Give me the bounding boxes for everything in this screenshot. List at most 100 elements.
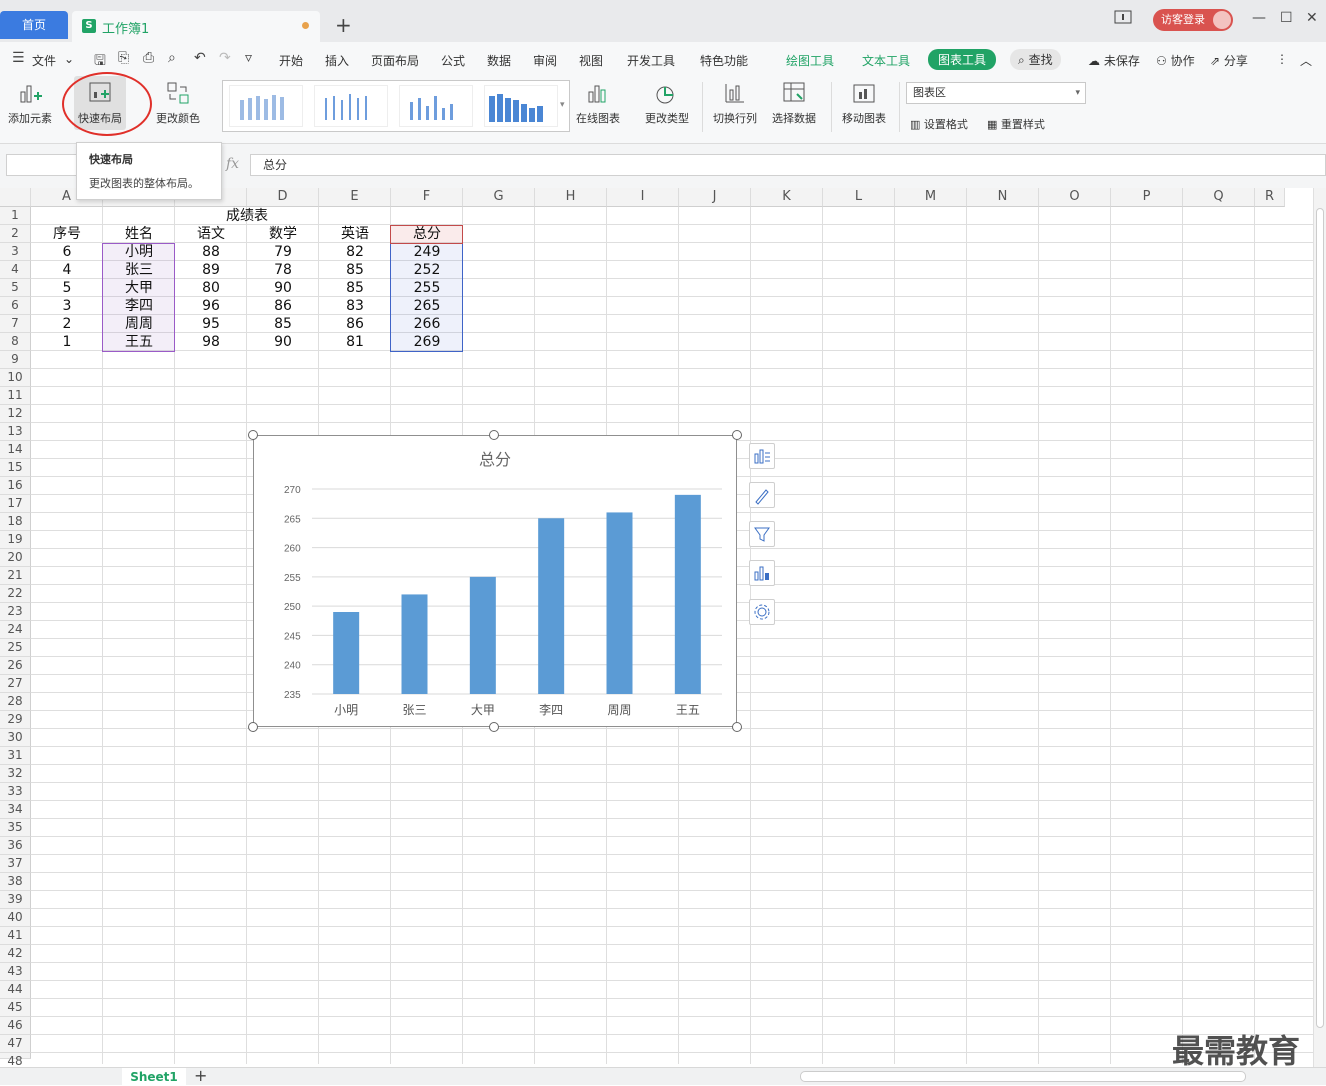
menu-file[interactable]: 文件 — [32, 52, 56, 69]
share-button[interactable]: ⇗ 分享 — [1210, 52, 1248, 69]
row-header[interactable]: 16 — [0, 477, 31, 495]
header-cell[interactable]: 语文 — [175, 225, 247, 243]
chart-bar[interactable] — [469, 576, 496, 694]
row-header[interactable]: 2 — [0, 225, 31, 243]
column-header-j[interactable]: J — [679, 188, 751, 207]
table-cell[interactable]: 王五 — [103, 333, 175, 351]
row-header[interactable]: 27 — [0, 675, 31, 693]
row-header[interactable]: 31 — [0, 747, 31, 765]
header-cell[interactable]: 英语 — [319, 225, 391, 243]
row-header[interactable]: 12 — [0, 405, 31, 423]
row-header[interactable]: 8 — [0, 333, 31, 351]
row-header[interactable]: 34 — [0, 801, 31, 819]
row-header[interactable]: 22 — [0, 585, 31, 603]
column-header-f[interactable]: F — [391, 188, 463, 207]
vertical-scrollbar-thumb[interactable] — [1316, 208, 1324, 1028]
column-header-q[interactable]: Q — [1183, 188, 1255, 207]
row-header[interactable]: 20 — [0, 549, 31, 567]
row-header[interactable]: 26 — [0, 657, 31, 675]
table-cell[interactable]: 周周 — [103, 315, 175, 333]
row-header[interactable]: 13 — [0, 423, 31, 441]
guest-login-button[interactable]: 访客登录 — [1153, 9, 1233, 31]
menu-review[interactable]: 审阅 — [533, 52, 557, 69]
row-header[interactable]: 42 — [0, 945, 31, 963]
table-cell[interactable]: 4 — [31, 261, 103, 279]
horizontal-scrollbar[interactable] — [800, 1071, 1246, 1082]
row-header[interactable]: 24 — [0, 621, 31, 639]
table-cell[interactable]: 90 — [247, 279, 319, 297]
menu-data[interactable]: 数据 — [487, 52, 511, 69]
add-element-button[interactable]: 添加元素 — [8, 80, 52, 126]
row-header[interactable]: 40 — [0, 909, 31, 927]
table-cell[interactable]: 266 — [391, 315, 463, 333]
select-all-corner[interactable] — [0, 188, 31, 207]
row-header[interactable]: 11 — [0, 387, 31, 405]
row-header[interactable]: 48 — [0, 1053, 31, 1068]
row-header[interactable]: 6 — [0, 297, 31, 315]
column-header-g[interactable]: G — [463, 188, 535, 207]
menu-developer[interactable]: 开发工具 — [627, 52, 675, 69]
sheet-tab-sheet1[interactable]: Sheet1 — [122, 1068, 186, 1086]
table-cell[interactable]: 269 — [391, 333, 463, 351]
search-button[interactable]: ⌕ 查找 — [1010, 49, 1061, 70]
chart-style-3[interactable] — [399, 85, 473, 127]
unsaved-button[interactable]: ☁ 未保存 — [1088, 52, 1140, 69]
row-header[interactable]: 33 — [0, 783, 31, 801]
online-chart-button[interactable]: 在线图表 — [576, 80, 620, 126]
vertical-scrollbar[interactable] — [1313, 188, 1326, 1067]
row-header[interactable]: 39 — [0, 891, 31, 909]
row-header[interactable]: 43 — [0, 963, 31, 981]
table-cell[interactable]: 86 — [319, 315, 391, 333]
row-header[interactable]: 47 — [0, 1035, 31, 1053]
gallery-more-icon[interactable]: ▾ — [560, 100, 565, 110]
maximize-icon[interactable]: ☐ — [1280, 10, 1293, 26]
chevron-down-icon[interactable]: ⌄ — [64, 52, 74, 66]
row-header[interactable]: 21 — [0, 567, 31, 585]
online-chart-side-button[interactable] — [749, 560, 775, 586]
collab-button[interactable]: ⚇ 协作 — [1156, 52, 1195, 69]
row-header[interactable]: 29 — [0, 711, 31, 729]
chart-area[interactable]: 总分 235 240 245 250 255 260 265 270 小明 张三 大甲 李四 周周 王五 — [253, 435, 737, 727]
tab-home[interactable]: 首页 — [0, 11, 68, 39]
table-cell[interactable]: 89 — [175, 261, 247, 279]
column-header-n[interactable]: N — [967, 188, 1039, 207]
chart-style-button[interactable] — [749, 482, 775, 508]
chart-bar[interactable] — [333, 612, 360, 694]
set-format-button[interactable]: ▥ 设置格式 — [910, 116, 968, 132]
resize-handle-se[interactable] — [732, 722, 742, 732]
chart-element-select[interactable]: 图表区 ▾ — [906, 82, 1086, 104]
table-cell[interactable]: 3 — [31, 297, 103, 315]
table-cell[interactable]: 98 — [175, 333, 247, 351]
row-header[interactable]: 41 — [0, 927, 31, 945]
change-color-button[interactable]: 更改颜色 — [156, 80, 200, 126]
chart-filter-button[interactable] — [749, 521, 775, 547]
table-cell[interactable]: 90 — [247, 333, 319, 351]
table-cell[interactable]: 88 — [175, 243, 247, 261]
row-header[interactable]: 23 — [0, 603, 31, 621]
resize-handle-sw[interactable] — [248, 722, 258, 732]
redo-icon[interactable]: ↷ — [219, 50, 231, 66]
resize-handle-s[interactable] — [489, 722, 499, 732]
column-header-e[interactable]: E — [319, 188, 391, 207]
header-cell[interactable]: 总分 — [391, 225, 463, 243]
row-header[interactable]: 45 — [0, 999, 31, 1017]
menu-draw-tools[interactable]: 绘图工具 — [786, 52, 834, 69]
table-cell[interactable]: 83 — [319, 297, 391, 315]
sheet-title-cell[interactable]: 成绩表 — [31, 207, 463, 225]
move-chart-button[interactable]: 移动图表 — [842, 80, 886, 126]
chart-bar[interactable] — [538, 518, 565, 694]
undo-icon[interactable]: ↶ — [194, 50, 206, 66]
minimize-icon[interactable]: — — [1252, 10, 1266, 26]
table-cell[interactable]: 85 — [319, 261, 391, 279]
chart-elements-button[interactable] — [749, 443, 775, 469]
format-painter-icon[interactable]: ⎘ — [118, 50, 129, 66]
row-header[interactable]: 1 — [0, 207, 31, 225]
formula-input[interactable]: 总分 — [250, 154, 1326, 176]
row-header[interactable]: 37 — [0, 855, 31, 873]
table-cell[interactable]: 大甲 — [103, 279, 175, 297]
row-header[interactable]: 28 — [0, 693, 31, 711]
menu-text-tools[interactable]: 文本工具 — [862, 52, 910, 69]
menu-home[interactable]: 开始 — [279, 52, 303, 69]
row-header[interactable]: 5 — [0, 279, 31, 297]
row-header[interactable]: 17 — [0, 495, 31, 513]
